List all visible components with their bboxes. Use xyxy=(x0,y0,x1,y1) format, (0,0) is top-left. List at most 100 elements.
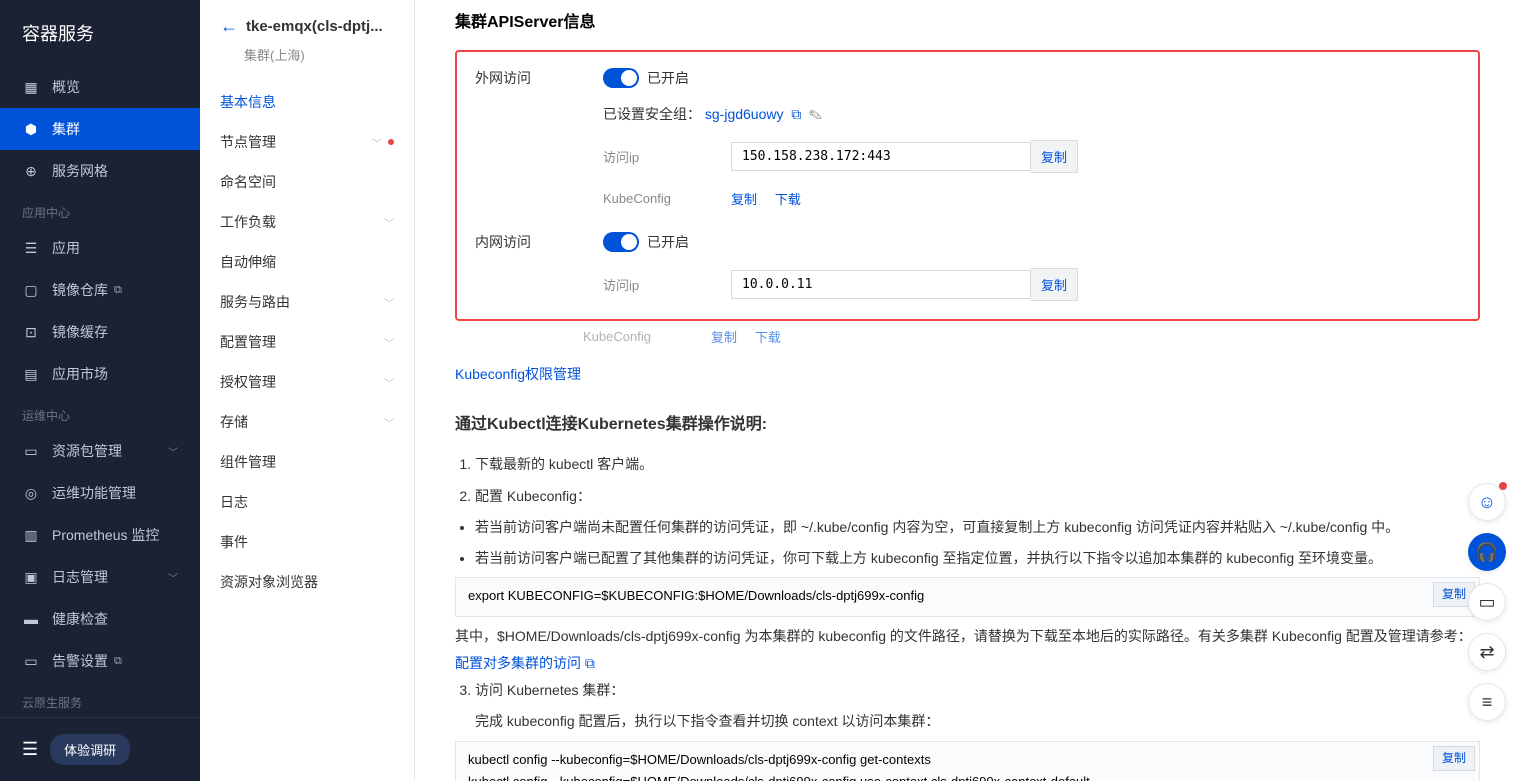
subnav-item[interactable]: 日志 xyxy=(200,482,414,522)
subnav-label: 自动伸缩 xyxy=(220,252,276,272)
nav-footer: ☰ 体验调研 xyxy=(0,717,200,781)
chevron-down-icon: ﹀ xyxy=(384,295,394,310)
apiserver-title: 集群APIServer信息 xyxy=(455,8,1480,32)
feedback-icon[interactable]: ☺ xyxy=(1468,483,1506,521)
chevron-down-icon: ﹀ xyxy=(372,135,382,150)
instructions-title: 通过Kubectl连接Kubernetes集群操作说明: xyxy=(455,410,1480,434)
nav-item[interactable]: ▤ 应用市场 xyxy=(0,353,200,395)
nav-icon: ▭ xyxy=(22,442,40,460)
step-3-desc: 完成 kubeconfig 配置后，执行以下指令查看并切换 context 以访… xyxy=(455,708,1480,735)
survey-button[interactable]: 体验调研 xyxy=(50,734,130,765)
copy-code-2-button[interactable]: 复制 xyxy=(1433,746,1475,771)
public-access-toggle[interactable] xyxy=(603,68,639,88)
nav-label: 集群 xyxy=(52,119,80,139)
cluster-sub-nav: ← tke-emqx(cls-dptj... 集群(上海) 基本信息节点管理﹀命… xyxy=(200,0,415,781)
nav-label: 日志管理 xyxy=(52,567,108,587)
list-icon[interactable]: ≡ xyxy=(1468,683,1506,721)
floating-toolbar: ☺ 🎧 ▭ ⇄ ≡ xyxy=(1468,483,1506,721)
nav-label: Prometheus 监控 xyxy=(52,525,159,545)
multi-cluster-link[interactable]: 配置对多集群的访问 ⧉ xyxy=(455,655,595,671)
nav-label: 镜像缓存 xyxy=(52,322,108,342)
nav-item[interactable]: ▥ Prometheus 监控 xyxy=(0,514,200,556)
code-block-1: export KUBECONFIG=$KUBECONFIG:$HOME/Down… xyxy=(455,577,1480,617)
nav-item[interactable]: ▢镜像仓库⧉ xyxy=(0,269,200,311)
nav-item[interactable]: ▣日志管理﹀ xyxy=(0,556,200,598)
support-icon[interactable]: 🎧 xyxy=(1468,533,1506,571)
subnav-item[interactable]: 组件管理 xyxy=(200,442,414,482)
subnav-label: 命名空间 xyxy=(220,172,276,192)
nav-icon: ⊕ xyxy=(22,162,40,180)
public-kubeconfig-label: KubeConfig xyxy=(603,191,731,206)
subnav-label: 工作负载 xyxy=(220,212,276,232)
nav-label: 镜像仓库 xyxy=(52,280,108,300)
edit-icon[interactable]: ✎ xyxy=(805,106,822,122)
collapse-icon[interactable]: ☰ xyxy=(22,739,38,760)
subnav-item[interactable]: 工作负载 ﹀ xyxy=(200,202,414,242)
private-kubeconfig-label: KubeConfig xyxy=(583,329,711,344)
nav-icon: ⬢ xyxy=(22,120,40,138)
download-kubeconfig-public-button[interactable]: 下载 xyxy=(775,192,801,207)
docs-icon[interactable]: ▭ xyxy=(1468,583,1506,621)
subnav-item[interactable]: 配置管理 ﹀ xyxy=(200,322,414,362)
public-access-label: 外网访问 xyxy=(475,68,603,88)
nav-item[interactable]: ⊕服务网格 xyxy=(0,150,200,192)
nav-item[interactable]: ⊡镜像缓存 xyxy=(0,311,200,353)
chevron-down-icon: ﹀ xyxy=(168,444,178,459)
public-ip-value[interactable]: 150.158.238.172:443 xyxy=(731,142,1031,171)
step-3: 访问 Kubernetes 集群： xyxy=(475,676,1480,704)
nav-icon: ▬ xyxy=(22,610,40,628)
back-arrow-icon[interactable]: ← xyxy=(220,16,238,37)
chevron-down-icon: ﹀ xyxy=(384,215,394,230)
subnav-item[interactable]: 命名空间 xyxy=(200,162,414,202)
subnav-item[interactable]: 资源对象浏览器 xyxy=(200,562,414,602)
private-ip-value[interactable]: 10.0.0.11 xyxy=(731,270,1031,299)
subnav-item[interactable]: 服务与路由 ﹀ xyxy=(200,282,414,322)
settings-icon[interactable]: ⇄ xyxy=(1468,633,1506,671)
public-ip-label: 访问ip xyxy=(603,147,731,166)
security-group-link[interactable]: sg-jgd6uowy xyxy=(705,106,784,122)
nav-item[interactable]: ▦概览 xyxy=(0,66,200,108)
nav-icon: ▥ xyxy=(22,526,40,544)
copy-private-ip-button[interactable]: 复制 xyxy=(1031,268,1078,301)
subnav-label: 基本信息 xyxy=(220,92,276,112)
external-icon: ⧉ xyxy=(114,284,122,297)
apiserver-highlight-box: 外网访问 已开启 已设置安全组： sg-jgd6uowy ⧉ ✎ - 访问ip … xyxy=(455,50,1480,321)
copy-public-ip-button[interactable]: 复制 xyxy=(1031,140,1078,173)
private-access-status: 已开启 xyxy=(647,232,689,252)
nav-item[interactable]: ▭ 资源包管理 ﹀ xyxy=(0,430,200,472)
nav-item[interactable]: ▬健康检查 xyxy=(0,598,200,640)
nav-icon: ▤ xyxy=(22,365,40,383)
nav-icon: ▣ xyxy=(22,568,40,586)
chevron-down-icon: ﹀ xyxy=(384,335,394,350)
subnav-item[interactable]: 节点管理﹀ xyxy=(200,122,414,162)
download-kubeconfig-private-button[interactable]: 下载 xyxy=(755,330,781,345)
external-link-icon[interactable]: ⧉ xyxy=(787,106,801,122)
subnav-label: 配置管理 xyxy=(220,332,276,352)
copy-kubeconfig-private-button[interactable]: 复制 xyxy=(711,330,737,345)
nav-icon: ▦ xyxy=(22,78,40,96)
subnav-label: 服务与路由 xyxy=(220,292,290,312)
subnav-item[interactable]: 授权管理﹀ xyxy=(200,362,414,402)
nav-item[interactable]: ⬢ 集群 xyxy=(0,108,200,150)
instructions-list: 下载最新的 kubectl 客户端。 配置 Kubeconfig： xyxy=(455,450,1480,510)
subnav-item[interactable]: 存储﹀ xyxy=(200,402,414,442)
subnav-item[interactable]: 自动伸缩 xyxy=(200,242,414,282)
primary-nav: 容器服务 ▦概览⬢集群⊕服务网格 应用中心 ☰应用▢镜像仓库⧉⊡镜像缓存▤应用市… xyxy=(0,0,200,781)
nav-item[interactable]: ◎运维功能管理 xyxy=(0,472,200,514)
chevron-down-icon: ﹀ xyxy=(384,375,394,390)
nav-item[interactable]: ▭告警设置⧉ xyxy=(0,640,200,682)
cluster-name: tke-emqx(cls-dptj... xyxy=(246,18,383,35)
nav-icon: ☰ xyxy=(22,239,40,257)
nav-label: 应用市场 xyxy=(52,364,108,384)
subnav-item[interactable]: 基本信息 xyxy=(200,82,414,122)
copy-kubeconfig-public-button[interactable]: 复制 xyxy=(731,192,757,207)
step-2b: 若当前访问客户端已配置了其他集群的访问凭证，你可下载上方 kubeconfig … xyxy=(475,545,1480,572)
kubeconfig-auth-link[interactable]: Kubeconfig权限管理 xyxy=(455,366,581,382)
subnav-label: 资源对象浏览器 xyxy=(220,572,318,592)
private-access-toggle[interactable] xyxy=(603,232,639,252)
nav-label: 资源包管理 xyxy=(52,441,122,461)
subnav-item[interactable]: 事件 xyxy=(200,522,414,562)
nav-item[interactable]: ☰应用 xyxy=(0,227,200,269)
step-2a: 若当前访问客户端尚未配置任何集群的访问凭证，即 ~/.kube/config 内… xyxy=(475,514,1480,541)
nav-label: 运维功能管理 xyxy=(52,483,136,503)
